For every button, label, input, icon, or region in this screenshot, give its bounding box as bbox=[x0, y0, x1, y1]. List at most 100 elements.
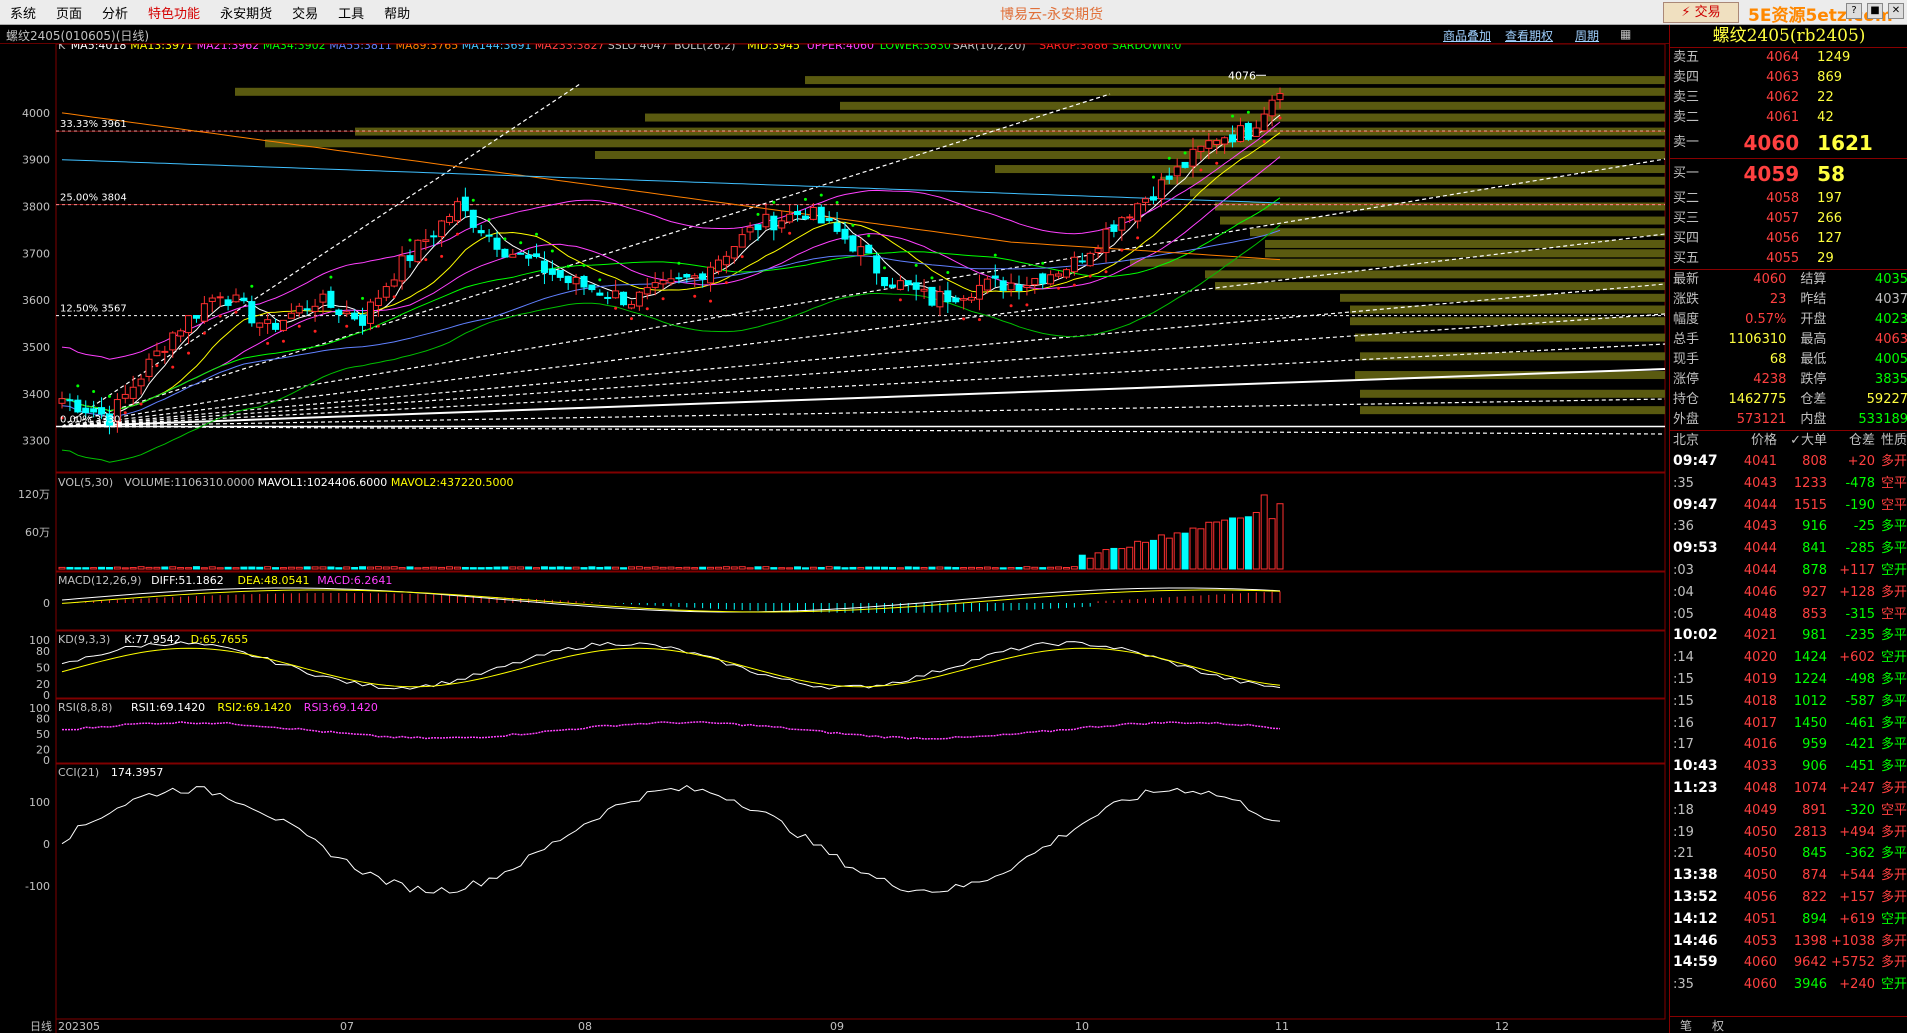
tick-row[interactable]: :15 4019 1224 -498 多平 bbox=[1670, 669, 1907, 691]
menu-item[interactable]: 永安期货 bbox=[210, 3, 282, 22]
bid-row[interactable]: 买三 4057 266 bbox=[1670, 209, 1907, 229]
tick-row[interactable]: 09:47 4044 1515 -190 空平 bbox=[1670, 495, 1907, 517]
menu-item[interactable]: 特色功能 bbox=[138, 3, 210, 22]
panel-frame bbox=[55, 698, 1666, 764]
tick-row[interactable]: :04 4046 927 +128 多开 bbox=[1670, 582, 1907, 604]
menu-item[interactable]: 工具 bbox=[328, 3, 374, 22]
volume-bar bbox=[1221, 519, 1229, 570]
candle-body bbox=[817, 206, 825, 224]
main-legend-item: MA233:3827 bbox=[535, 44, 605, 52]
tick-row[interactable]: :15 4018 1012 -587 多平 bbox=[1670, 691, 1907, 713]
tick-row[interactable]: :05 4048 853 -315 空平 bbox=[1670, 604, 1907, 626]
maximize-icon[interactable]: ■ bbox=[1867, 3, 1883, 19]
tick-row[interactable]: :35 4043 1233 -478 空平 bbox=[1670, 473, 1907, 495]
volume-bar bbox=[1102, 549, 1110, 570]
candle-body bbox=[691, 275, 699, 279]
volume-bar bbox=[738, 566, 746, 570]
menu-item[interactable]: 帮助 bbox=[374, 3, 420, 22]
candle-body bbox=[169, 332, 177, 351]
candle-body bbox=[904, 280, 912, 286]
menu-item[interactable]: 交易 bbox=[282, 3, 328, 22]
volume-bar bbox=[1031, 566, 1039, 570]
ask-row[interactable]: 卖一 4060 1621 bbox=[1670, 128, 1907, 158]
trade-button[interactable]: ⚡ 交易 bbox=[1663, 2, 1739, 23]
volume-bar bbox=[1055, 566, 1063, 570]
volume-bar bbox=[374, 566, 382, 570]
tick-row[interactable]: :21 4050 845 -362 多平 bbox=[1670, 843, 1907, 865]
volume-bar bbox=[82, 567, 90, 570]
date-axis-label: 08 bbox=[578, 1020, 592, 1033]
tick-row[interactable]: :36 4043 916 -25 多平 bbox=[1670, 516, 1907, 538]
grid-icon[interactable]: ▦ bbox=[1620, 27, 1631, 41]
close-icon[interactable]: ✕ bbox=[1888, 3, 1904, 19]
bid-row[interactable]: 买五 4055 29 bbox=[1670, 249, 1907, 269]
ask-row[interactable]: 卖四 4063 869 bbox=[1670, 68, 1907, 88]
ticks-list[interactable]: 09:47 4041 808 +20 多开:35 4043 1233 -478 空平 09:47 4… bbox=[1670, 451, 1907, 996]
candle-body bbox=[137, 378, 145, 387]
tick-row[interactable]: 11:23 4048 1074 +247 多开 bbox=[1670, 778, 1907, 800]
tab-trades[interactable]: 笔 bbox=[1670, 1017, 1702, 1033]
kline-chart-svg[interactable]: 4076 33.33% 3961 25.00% 3804 12.50% 3567 0.0… bbox=[0, 39, 1668, 1033]
tick-nature: 空开 bbox=[1880, 911, 1907, 927]
tick-row[interactable]: :17 4016 959 -421 多平 bbox=[1670, 734, 1907, 756]
stat-value: 573121 bbox=[1736, 412, 1787, 427]
kline-chart[interactable]: 4076 33.33% 3961 25.00% 3804 12.50% 3567 0.0… bbox=[0, 39, 1668, 1033]
volume-bar bbox=[1276, 503, 1284, 570]
ask-row[interactable]: 卖三 4062 22 bbox=[1670, 88, 1907, 108]
volume-bar bbox=[786, 567, 794, 570]
candle-body bbox=[588, 284, 596, 291]
menu-item[interactable]: 页面 bbox=[46, 3, 92, 22]
candle-body bbox=[1039, 273, 1047, 284]
candle-body bbox=[58, 398, 66, 404]
panel-frame bbox=[55, 763, 1666, 1020]
volume-bar bbox=[1229, 517, 1237, 570]
tick-row[interactable]: :14 4020 1424 +602 空开 bbox=[1670, 647, 1907, 669]
candle-body bbox=[216, 296, 224, 299]
sar-dot bbox=[1072, 283, 1076, 287]
sar-dot bbox=[930, 276, 934, 280]
main-legend-item: LOWER:3830 bbox=[880, 44, 951, 52]
tick-row[interactable]: :19 4050 2813 +494 多开 bbox=[1670, 822, 1907, 844]
ask-book: 卖五 4064 1249 卖四 4063 869 卖三 4062 22 卖二 4061 42 卖一 406… bbox=[1670, 48, 1907, 158]
tick-row[interactable]: 14:46 4053 1398 +1038 多开 bbox=[1670, 931, 1907, 953]
bid-row[interactable]: 买二 4058 197 bbox=[1670, 189, 1907, 209]
help-icon[interactable]: ? bbox=[1846, 3, 1862, 19]
tab-rights[interactable]: 权 bbox=[1702, 1017, 1734, 1033]
tick-row[interactable]: 13:52 4056 822 +157 多开 bbox=[1670, 887, 1907, 909]
candle-body bbox=[1062, 269, 1070, 278]
overlay-commodity-link[interactable]: 商品叠加 bbox=[1443, 27, 1491, 44]
menu-item[interactable]: 分析 bbox=[92, 3, 138, 22]
ask-row[interactable]: 卖二 4061 42 bbox=[1670, 108, 1907, 128]
tick-row[interactable]: 13:38 4050 874 +544 多开 bbox=[1670, 865, 1907, 887]
tick-row[interactable]: :35 4060 3946 +240 空开 bbox=[1670, 974, 1907, 996]
volume-bar bbox=[1268, 518, 1276, 570]
tick-row[interactable]: 10:02 4021 981 -235 多平 bbox=[1670, 625, 1907, 647]
view-options-link[interactable]: 查看期权 bbox=[1505, 27, 1553, 44]
sar-dot bbox=[440, 254, 444, 258]
candle-body bbox=[200, 303, 208, 322]
candle-body bbox=[1173, 166, 1181, 177]
tick-row[interactable]: :16 4017 1450 -461 多平 bbox=[1670, 713, 1907, 735]
candle-body bbox=[936, 291, 944, 308]
tick-price: 4050 bbox=[1743, 824, 1777, 840]
menu-item[interactable]: 系统 bbox=[0, 3, 46, 22]
tick-row[interactable]: :03 4044 878 +117 空开 bbox=[1670, 560, 1907, 582]
sar-dot bbox=[946, 270, 950, 274]
bid-row[interactable]: 买一 4059 58 bbox=[1670, 159, 1907, 189]
tick-row[interactable]: 09:47 4041 808 +20 多开 bbox=[1670, 451, 1907, 473]
sar-dot bbox=[76, 384, 80, 388]
tick-row[interactable]: 10:43 4033 906 -451 多平 bbox=[1670, 756, 1907, 778]
chart-symbol-tab[interactable]: 螺纹2405(010605)(日线) bbox=[6, 27, 149, 44]
ask-row[interactable]: 卖五 4064 1249 bbox=[1670, 48, 1907, 68]
sar-dot bbox=[582, 263, 586, 267]
period-link[interactable]: 周期 bbox=[1575, 27, 1599, 44]
tick-row[interactable]: 14:12 4051 894 +619 空开 bbox=[1670, 909, 1907, 931]
candle-body bbox=[786, 213, 794, 223]
tick-volume: 3946 bbox=[1793, 977, 1827, 993]
tick-price: 4053 bbox=[1743, 933, 1777, 949]
bid-row[interactable]: 买四 4056 127 bbox=[1670, 229, 1907, 249]
tick-row[interactable]: :18 4049 891 -320 空平 bbox=[1670, 800, 1907, 822]
tick-row[interactable]: 09:53 4044 841 -285 多平 bbox=[1670, 538, 1907, 560]
tick-row[interactable]: 14:59 4060 9642 +5752 多开 bbox=[1670, 952, 1907, 974]
candle-body bbox=[525, 254, 533, 259]
